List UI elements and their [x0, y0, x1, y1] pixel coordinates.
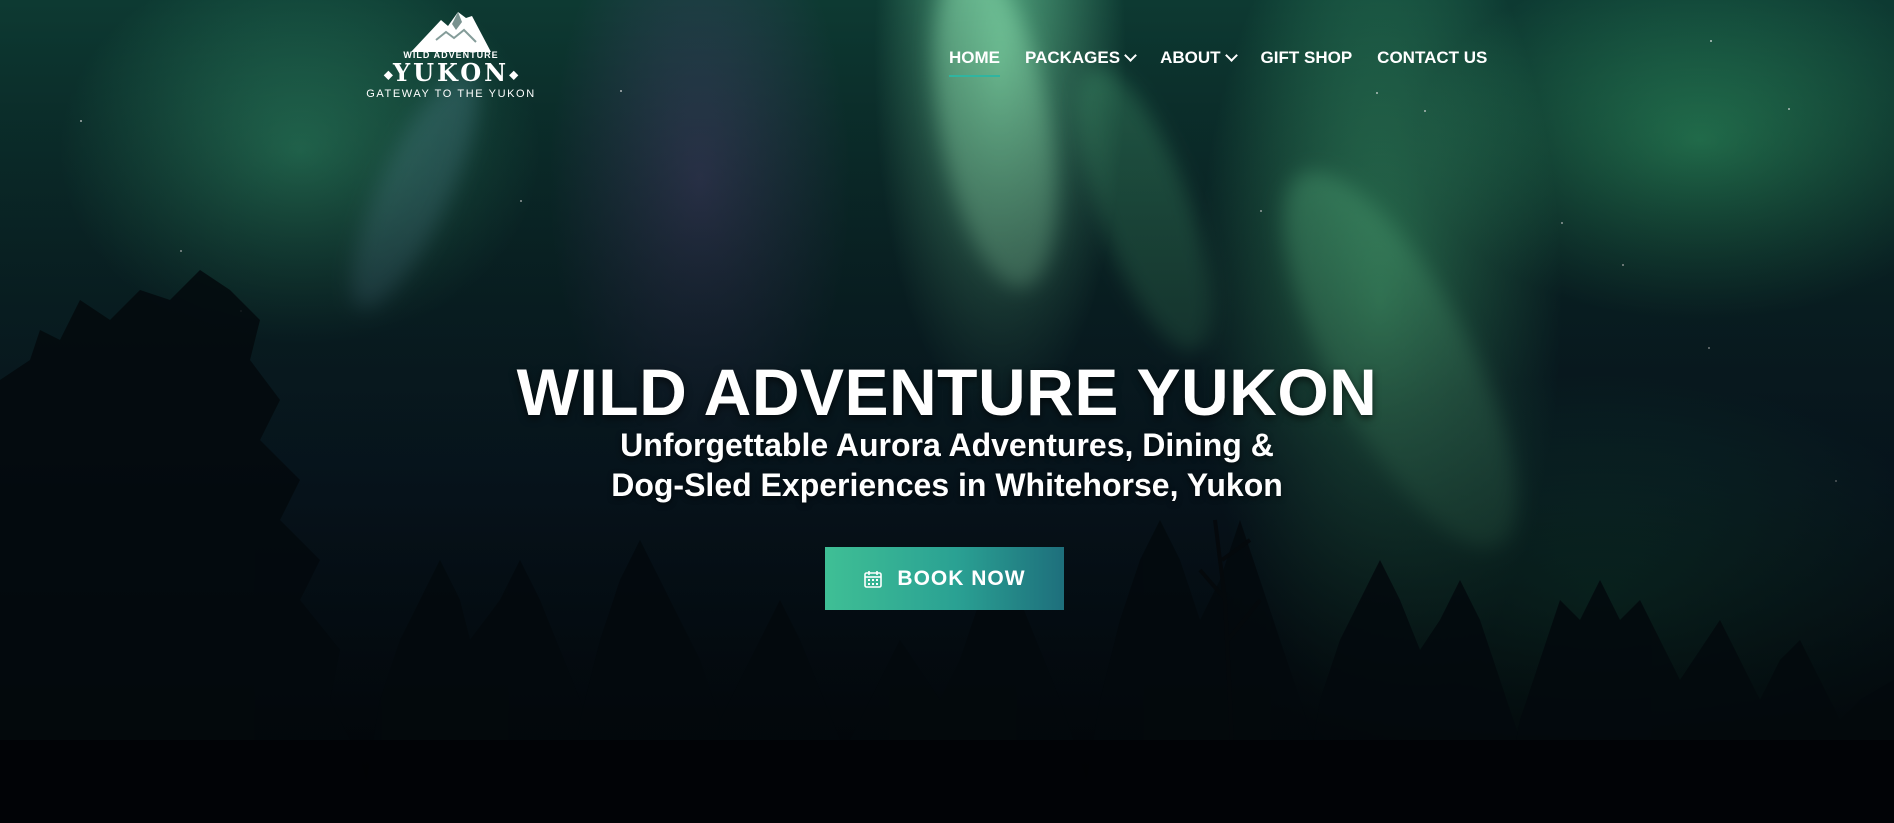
hero-subtitle-line: Unforgettable Aurora Adventures, Dining …: [620, 427, 1274, 463]
chevron-down-icon: [1124, 48, 1137, 62]
nav-item-about[interactable]: ABOUT: [1160, 48, 1238, 68]
hero-title: WILD ADVENTURE YUKON: [516, 355, 1378, 429]
diamond-icon: ◆: [509, 67, 519, 82]
hero-subtitle: Unforgettable Aurora Adventures, Dining …: [0, 425, 1894, 505]
nav-item-label: CONTACT US: [1377, 48, 1488, 67]
nav-item-label: GIFT SHOP: [1260, 48, 1353, 67]
nav-item-label: PACKAGES: [1025, 48, 1121, 67]
calendar-icon: [863, 569, 883, 589]
logo-tagline: GATEWAY TO THE YUKON: [366, 87, 536, 100]
hero-background: WILD ADVENTURE ◆YUKON◆ GATEWAY TO THE YU…: [0, 0, 1894, 823]
mountain-logo-icon: [411, 12, 491, 52]
nav-item-label: HOME: [949, 48, 1000, 67]
hero-subtitle-line: Dog-Sled Experiences in Whitehorse, Yuko…: [611, 467, 1283, 503]
book-now-label: BOOK NOW: [897, 566, 1026, 590]
nav-item-contact-us[interactable]: CONTACT US: [1377, 48, 1487, 68]
book-now-button[interactable]: BOOK NOW: [825, 547, 1064, 610]
logo-main-text: ◆YUKON◆: [360, 60, 542, 88]
site-logo[interactable]: WILD ADVENTURE ◆YUKON◆ GATEWAY TO THE YU…: [360, 10, 542, 105]
nav-item-home[interactable]: HOME: [949, 48, 1000, 77]
main-navigation: HOME PACKAGES ABOUT GIFT SHOP CONTACT US: [949, 48, 1487, 77]
nav-item-gift-shop[interactable]: GIFT SHOP: [1261, 48, 1353, 68]
chevron-down-icon: [1224, 48, 1238, 62]
nav-item-packages[interactable]: PACKAGES: [1025, 48, 1137, 68]
logo-main-word: YUKON: [392, 58, 510, 87]
nav-item-label: ABOUT: [1160, 48, 1221, 67]
diamond-icon: ◆: [383, 67, 393, 82]
